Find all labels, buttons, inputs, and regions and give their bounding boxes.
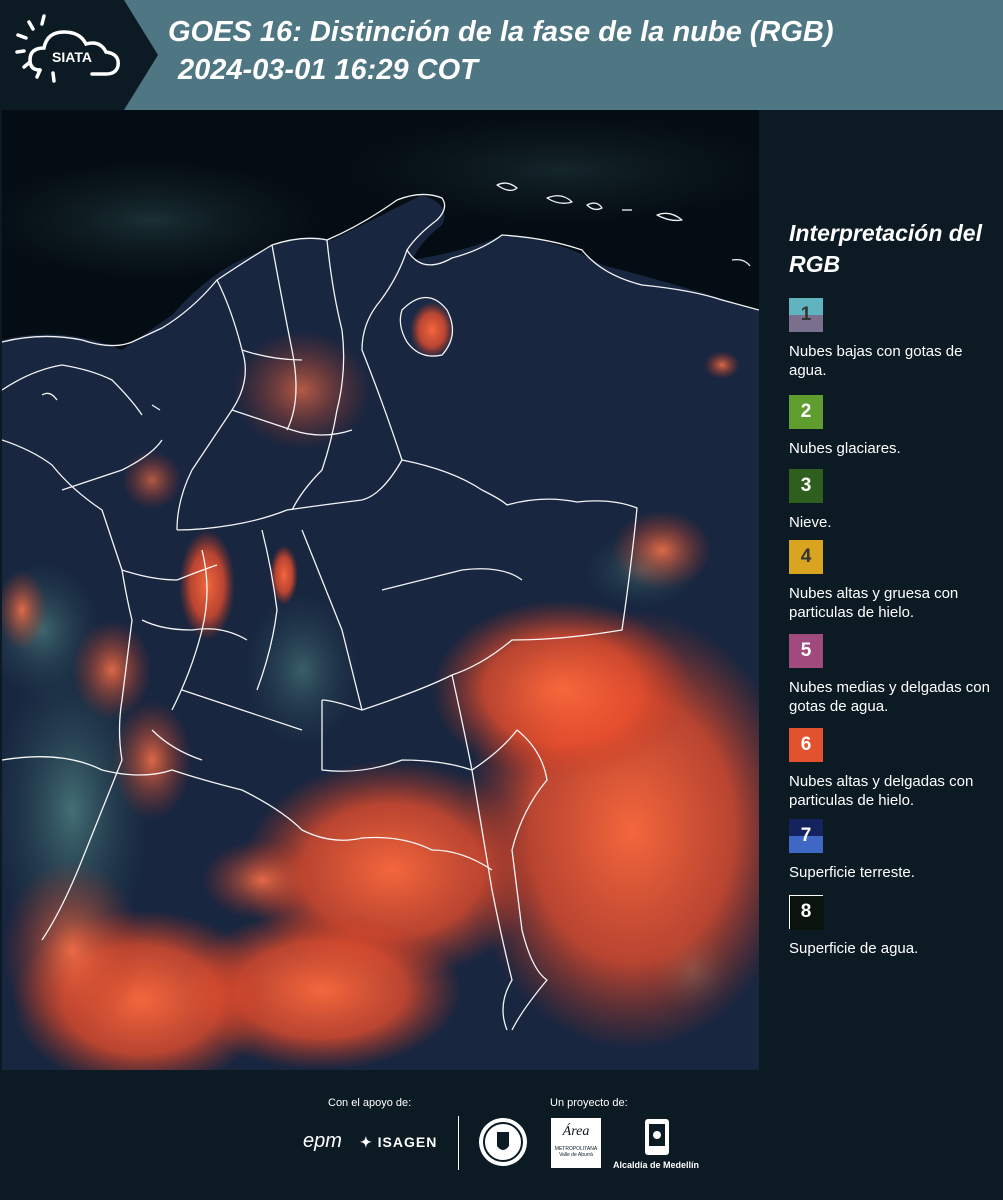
project-label: Un proyecto de:: [550, 1097, 628, 1109]
legend-number: 2: [800, 401, 812, 422]
header-bar: SIATA GOES 16: Distinción de la fase de …: [0, 0, 1003, 110]
alcaldia-text: Alcaldía de Medellín: [613, 1160, 700, 1170]
legend-swatch-2: 2: [789, 395, 823, 429]
legend-swatch-7: 7: [789, 819, 823, 853]
siata-logo: SIATA: [0, 0, 158, 110]
seal-icon: [479, 1118, 527, 1166]
legend-number: 5: [800, 640, 812, 661]
alcaldia-shield-icon: [644, 1118, 670, 1161]
legend-swatch-8: 8: [789, 895, 824, 930]
legend-item-3: 3 Nieve.: [789, 469, 1003, 532]
isagen-mark-icon: ✦: [360, 1134, 373, 1150]
isagen-logo: ✦ ISAGEN: [360, 1134, 437, 1151]
legend-label: Superficie de agua.: [789, 940, 919, 957]
legend-item-6: 6 Nubes altas y delgadas con particulas …: [789, 728, 1003, 810]
legend-item-7: 7 Superficie terreste.: [789, 819, 1003, 882]
area-metropolitana-logo: Área METROPOLITANA Valle de Aburrá: [551, 1118, 601, 1168]
epm-logo: epm: [303, 1130, 342, 1152]
legend-label: Nubes bajas con gotas de agua.: [789, 343, 963, 379]
legend-item-5: 5 Nubes medias y delgadas con gotas de a…: [789, 634, 1003, 716]
legend-item-4: 4 Nubes altas y gruesa con particulas de…: [789, 540, 1003, 622]
legend-number: 4: [800, 546, 812, 567]
footer-divider: [458, 1116, 459, 1170]
legend-label: Nieve.: [789, 514, 832, 531]
legend-swatch-3: 3: [789, 469, 823, 503]
support-label: Con el apoyo de:: [328, 1097, 412, 1109]
legend-label: Nubes altas y delgadas con particulas de…: [789, 773, 974, 809]
footer: Con el apoyo de: Un proyecto de: epm ✦ I…: [0, 1070, 1003, 1200]
logo-text: SIATA: [52, 49, 92, 65]
legend-item-8: 8 Superficie de agua.: [789, 895, 1003, 958]
legend-panel: Interpretación del RGB 1 Nubes bajas con…: [760, 110, 1003, 1070]
satellite-map: [2, 110, 759, 1070]
legend-number: 8: [800, 901, 812, 922]
legend-swatch-5: 5: [789, 634, 823, 668]
seal-logo: [477, 1116, 529, 1173]
area-subtext-2: Valle de Aburrá: [559, 1152, 593, 1158]
legend-swatch-4: 4: [789, 540, 823, 574]
page-subtitle: 2024-03-01 16:29 COT: [178, 54, 478, 86]
map-graphic: [2, 110, 759, 1070]
legend-number: 6: [800, 734, 812, 755]
legend-label: Nubes altas y gruesa con particulas de h…: [789, 585, 959, 621]
legend-title: Interpretación del RGB: [789, 220, 982, 277]
isagen-text: ISAGEN: [377, 1134, 438, 1150]
area-text: Área: [562, 1124, 590, 1139]
legend-swatch-1: 1: [789, 298, 823, 332]
legend-number: 7: [800, 825, 812, 846]
legend-swatch-6: 6: [789, 728, 823, 762]
legend-number: 1: [800, 304, 812, 325]
legend-item-1: 1 Nubes bajas con gotas de agua.: [789, 298, 1003, 380]
page-title: GOES 16: Distinción de la fase de la nub…: [168, 16, 834, 48]
legend-label: Nubes glaciares.: [789, 440, 901, 457]
legend-number: 3: [800, 475, 812, 496]
legend-label: Superficie terreste.: [789, 864, 915, 881]
legend-item-2: 2 Nubes glaciares.: [789, 395, 1003, 458]
legend-label: Nubes medias y delgadas con gotas de agu…: [789, 679, 990, 715]
